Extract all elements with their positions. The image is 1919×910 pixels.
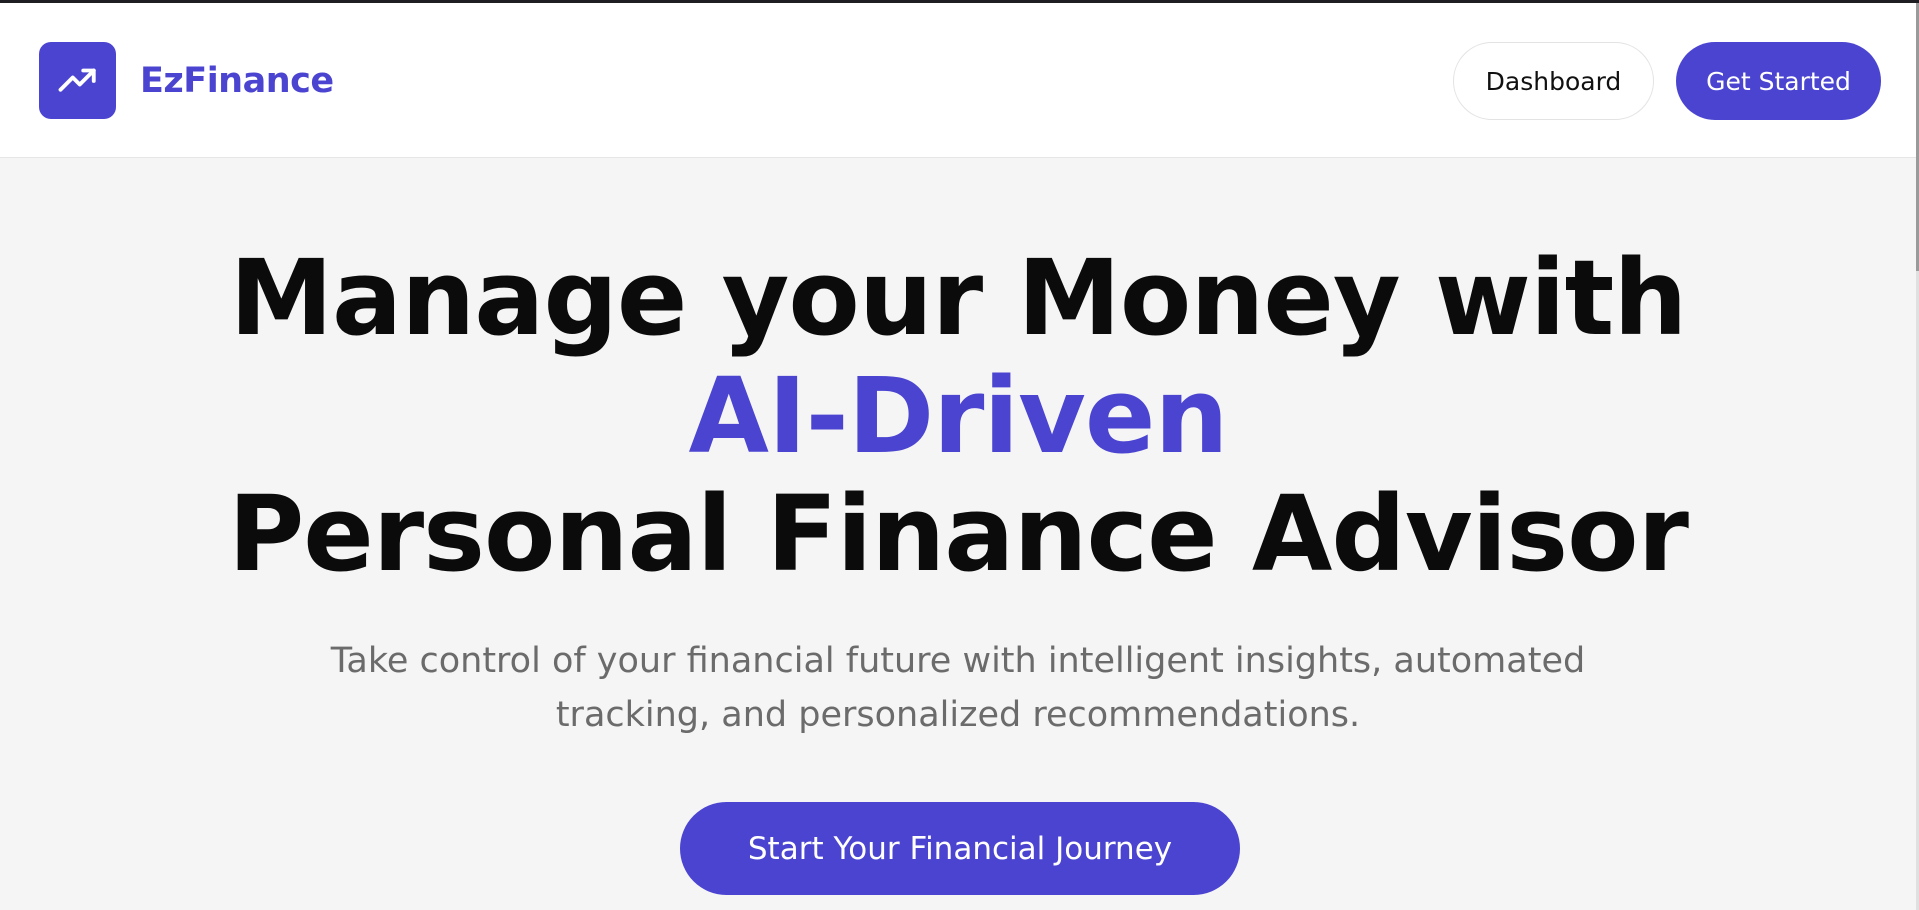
get-started-button[interactable]: Get Started [1676,42,1881,120]
hero-subtitle: Take control of your financial future wi… [330,641,1586,735]
navbar: EzFinance Dashboard Get Started [0,3,1919,158]
hero-section: Manage your Money with AI-Driven Personal… [0,159,1916,910]
hero-title: Manage your Money with AI-Driven Personal… [140,239,1776,593]
hero-title-accent: AI-Driven [688,355,1229,477]
logo[interactable] [39,42,116,119]
trending-up-icon [58,68,96,92]
brand-name[interactable]: EzFinance [140,60,334,102]
dashboard-button[interactable]: Dashboard [1453,42,1654,120]
hero-title-line1: Manage your Money with [229,237,1688,359]
hero-title-line3: Personal Finance Advisor [228,473,1689,595]
start-journey-button[interactable]: Start Your Financial Journey [680,802,1240,895]
